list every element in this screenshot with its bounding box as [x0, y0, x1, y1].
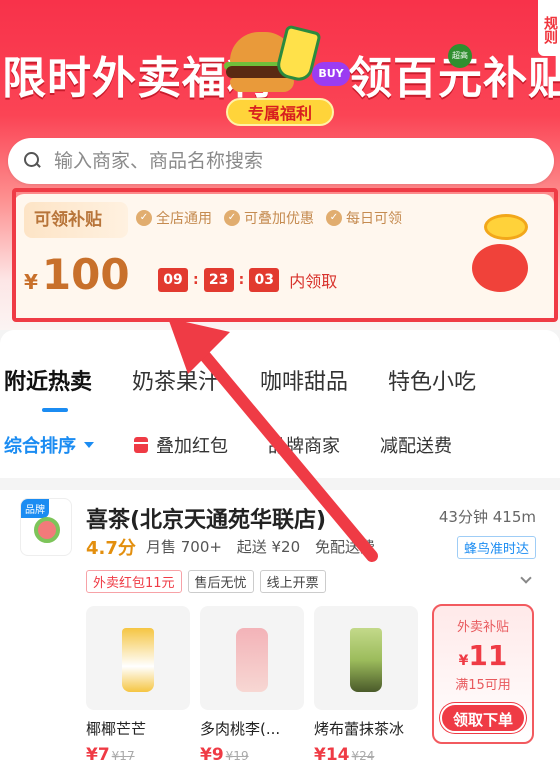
- category-tabs: 附近热卖 奶茶果汁 咖啡甜品 特色小吃: [0, 364, 560, 412]
- product-image[interactable]: [86, 606, 190, 710]
- min-order: 起送 ¥20: [236, 538, 301, 556]
- tab-active-indicator: [42, 408, 68, 412]
- main-content: 附近热卖 奶茶果汁 咖啡甜品 特色小吃 综合排序 叠加红包 品牌商家 减配送费 …: [0, 330, 560, 766]
- product-list: 椰椰芒芒 ¥7 ¥17 多肉桃李(... ¥9 ¥19 烤布蕾抹茶冰 ¥14 ¥24: [86, 606, 418, 765]
- brand-tag: 品牌: [21, 499, 49, 518]
- product-item[interactable]: 多肉桃李(... ¥9 ¥19: [200, 606, 304, 765]
- invoice-tag: 线上开票: [259, 570, 326, 593]
- check-icon: ✓: [224, 210, 240, 226]
- tab-milk-tea[interactable]: 奶茶果汁: [132, 364, 220, 396]
- search-input[interactable]: [54, 150, 514, 172]
- countdown-timer: 09 : 23 : 03 内领取: [158, 268, 337, 292]
- exclusive-benefit-pill: 专属福利: [226, 98, 334, 126]
- tab-nearby-hot[interactable]: 附近热卖: [4, 364, 92, 412]
- store-name[interactable]: 喜茶(北京天通苑华联店): [86, 502, 326, 534]
- super-badge: 超高: [448, 44, 472, 68]
- promo-condition: 满15可用: [455, 678, 511, 693]
- filter-red-packet[interactable]: 叠加红包: [134, 432, 228, 458]
- product-name: 多肉桃李(...: [200, 720, 281, 738]
- product-item[interactable]: 烤布蕾抹茶冰 ¥14 ¥24: [314, 606, 418, 765]
- timer-suffix: 内领取: [289, 272, 338, 291]
- store-subsidy-card[interactable]: 外卖补贴 ¥11 满15可用 领取下单: [432, 604, 534, 744]
- monthly-sales: 月售 700+: [146, 538, 222, 556]
- chevron-down-icon[interactable]: [520, 572, 532, 584]
- subsidy-card[interactable]: 可领补贴 ✓ 全店通用 ✓ 可叠加优惠 ✓ 每日可领 ¥100 09 : 23 …: [14, 194, 554, 320]
- currency-symbol: ¥: [24, 270, 38, 294]
- red-packet-tag: 外卖红包11元: [86, 570, 182, 593]
- timer-minutes: 23: [203, 268, 234, 292]
- product-name: 烤布蕾抹茶冰: [314, 720, 405, 738]
- product-image[interactable]: [200, 606, 304, 710]
- filter-sort[interactable]: 综合排序: [4, 432, 94, 458]
- rider-badge: 蜂鸟准时达: [456, 536, 536, 559]
- coin-illustration: [464, 214, 534, 294]
- after-sales-tag: 售后无忧: [187, 570, 254, 593]
- filter-brand[interactable]: 品牌商家: [268, 432, 340, 458]
- store-meta: 月售 700+ 起送 ¥20 免配送费: [146, 536, 385, 557]
- perk-item: ✓ 全店通用: [136, 208, 212, 228]
- product-name: 椰椰芒芒: [86, 720, 147, 738]
- guava-logo-icon: [34, 517, 60, 543]
- timer-hours: 09: [158, 268, 188, 292]
- perk-label: 每日可领: [346, 211, 402, 227]
- search-bar[interactable]: [8, 138, 554, 184]
- product-image[interactable]: [314, 606, 418, 710]
- perk-item: ✓ 每日可领: [326, 208, 402, 228]
- filter-delivery-fee[interactable]: 减配送费: [380, 432, 452, 458]
- perk-label: 全店通用: [156, 211, 212, 227]
- store-rating: 4.7分: [86, 538, 136, 559]
- promo-title: 外卖补贴: [456, 620, 509, 635]
- amount-value: 100: [41, 250, 130, 299]
- promo-amount: ¥11: [458, 639, 508, 672]
- buy-badge: BUY: [312, 62, 350, 86]
- check-icon: ✓: [326, 210, 342, 226]
- tab-snacks[interactable]: 特色小吃: [388, 364, 476, 396]
- delivery-fee: 免配送费: [314, 538, 375, 556]
- red-packet-icon: [134, 437, 148, 453]
- promo-banner: 规则 限时外卖福利 领百元补贴 BUY 超高 专属福利 可领补贴 ✓ 全店通用 …: [0, 0, 560, 330]
- product-price: ¥14 ¥24: [314, 745, 375, 765]
- tab-coffee-dessert[interactable]: 咖啡甜品: [260, 364, 348, 396]
- perk-item: ✓ 可叠加优惠: [224, 208, 314, 228]
- chevron-down-icon: [84, 442, 94, 448]
- claim-order-button[interactable]: 领取下单: [440, 703, 526, 733]
- store-tags: 外卖红包11元 售后无忧 线上开票: [86, 570, 326, 593]
- perk-list: ✓ 全店通用 ✓ 可叠加优惠 ✓ 每日可领: [136, 208, 402, 228]
- timer-seconds: 03: [249, 268, 280, 292]
- store-card[interactable]: 品牌 喜茶(北京天通苑华联店) 43分钟 415m 4.7分 月售 700+ 起…: [0, 490, 560, 766]
- perk-label: 可叠加优惠: [244, 211, 314, 227]
- subsidy-tag: 可领补贴: [24, 202, 128, 238]
- product-price: ¥9 ¥19: [200, 745, 249, 765]
- subsidy-amount: ¥100: [24, 250, 130, 299]
- check-icon: ✓: [136, 210, 152, 226]
- section-divider: [0, 478, 560, 490]
- delivery-time-distance: 43分钟 415m: [438, 508, 536, 526]
- filter-bar: 综合排序 叠加红包 品牌商家 减配送费: [4, 432, 492, 458]
- search-icon: [24, 152, 42, 170]
- product-price: ¥7 ¥17: [86, 745, 135, 765]
- store-logo[interactable]: 品牌: [20, 498, 72, 556]
- product-item[interactable]: 椰椰芒芒 ¥7 ¥17: [86, 606, 190, 765]
